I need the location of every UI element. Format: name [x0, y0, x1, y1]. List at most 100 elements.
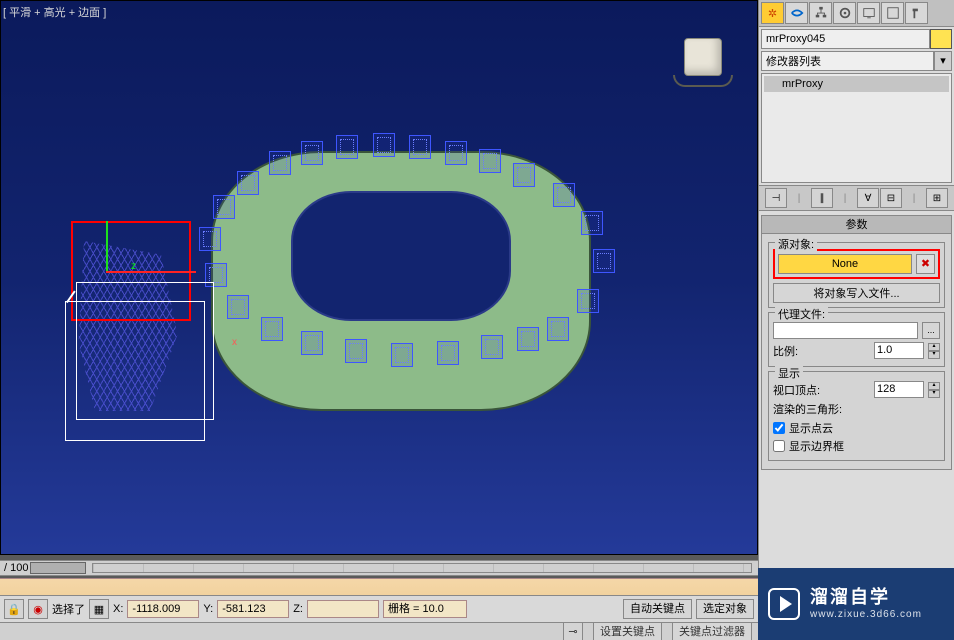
proxy-instance [479, 149, 501, 173]
tab-display-icon[interactable] [857, 2, 880, 24]
x-label: X: [113, 603, 123, 615]
tab-hammer-icon[interactable] [905, 2, 928, 24]
proxy-instance [199, 227, 221, 251]
tab-modify-icon[interactable] [785, 2, 808, 24]
proxy-instance [593, 249, 615, 273]
proxy-instance [553, 183, 575, 207]
group-label: 代理文件: [775, 306, 828, 322]
lock-selection-icon[interactable]: 🔒 [4, 599, 24, 619]
scene-object-table [211, 151, 591, 411]
proxy-instance [581, 211, 603, 235]
annotation-highlight-none: None ✖ [773, 249, 940, 279]
coord-y-input[interactable]: -581.123 [217, 600, 289, 618]
y-label: Y: [203, 603, 213, 615]
make-unique-icon[interactable]: ∀ [857, 188, 879, 208]
proxy-instance [409, 135, 431, 159]
key-icon[interactable]: ⊸ [563, 622, 583, 640]
proxy-instance [237, 171, 259, 195]
proxy-instance [213, 195, 235, 219]
separator: | [834, 188, 856, 208]
render-tris-label: 渲染的三角形: [773, 401, 842, 417]
proxy-instance [345, 339, 367, 363]
separator: | [788, 188, 810, 208]
show-point-cloud-checkbox[interactable]: 显示点云 [773, 420, 940, 436]
coord-z-input[interactable] [307, 600, 379, 618]
proxy-file-path-input[interactable] [773, 322, 918, 339]
configure-sets-icon[interactable]: ⊞ [926, 188, 948, 208]
autokey-button[interactable]: 自动关键点 [623, 599, 692, 619]
viewport[interactable]: [ 平滑 + 高光 + 边面 ] z x [0, 0, 758, 555]
object-color-swatch[interactable] [930, 29, 952, 49]
browse-file-button[interactable]: ... [922, 322, 940, 339]
group-source-object: 源对象: None ✖ 将对象写入文件... [768, 242, 945, 308]
group-proxy-file: 代理文件: ... 比例: 1.0 ▴▾ [768, 312, 945, 367]
group-display: 显示 视口顶点: 128 ▴▾ 渲染的三角形: 显示点云 显示边界框 [768, 371, 945, 461]
time-slider[interactable]: / 100 [0, 560, 758, 576]
show-bbox-checkbox[interactable]: 显示边界框 [773, 438, 940, 454]
write-object-to-file-button[interactable]: 将对象写入文件... [773, 283, 940, 303]
z-label: Z: [293, 603, 303, 615]
proxy-instance [301, 331, 323, 355]
viewport-verts-label: 视口顶点: [773, 382, 820, 398]
proxy-instance [269, 151, 291, 175]
spinner-buttons[interactable]: ▴▾ [928, 343, 940, 359]
watermark-logo: 溜溜自学 www.zixue.3d66.com [758, 568, 954, 640]
scale-label: 比例: [773, 343, 798, 359]
pin-stack-icon[interactable]: ⊣ [765, 188, 787, 208]
grid-label: 栅格 = 10.0 [383, 600, 467, 618]
transform-type-in-icon[interactable]: ▦ [89, 599, 109, 619]
proxy-instance [336, 135, 358, 159]
tab-hierarchy-icon[interactable] [809, 2, 832, 24]
proxy-instance [577, 289, 599, 313]
keyfilter-button[interactable]: 关键点过滤器 [672, 622, 752, 640]
proxy-instance [547, 317, 569, 341]
time-range-label: / 100 [0, 562, 28, 574]
viewport-verts-spinner[interactable]: 128 [874, 381, 924, 398]
proxy-instance [437, 341, 459, 365]
object-name-input[interactable] [761, 29, 930, 49]
checkbox-input[interactable] [773, 422, 785, 434]
time-ruler[interactable] [92, 563, 752, 573]
rollout-parameters: 参数 源对象: None ✖ 将对象写入文件... 代理文件: ... [761, 215, 952, 470]
checkbox-input[interactable] [773, 440, 785, 452]
modifier-stack-item[interactable]: mrProxy [764, 76, 949, 92]
command-panel: ✲ 修改器列表 ▾ mrProxy ⊣ | ∥ | ∀ ⊟ | ⊞ 参数 源对象… [758, 0, 954, 640]
key-target-dropdown[interactable]: 选定对象 [696, 599, 754, 619]
proxy-bounding-box[interactable] [65, 301, 205, 441]
dropdown-arrow-icon[interactable]: ▾ [934, 51, 952, 71]
modifier-stack[interactable]: mrProxy [761, 73, 952, 183]
proxy-instance [445, 141, 467, 165]
tab-create-icon[interactable]: ✲ [761, 2, 784, 24]
selection-count-label: 选择了 [52, 601, 85, 617]
coord-x-input[interactable]: -1118.009 [127, 600, 199, 618]
setkey-button[interactable]: 设置关键点 [593, 622, 662, 640]
spinner-buttons[interactable]: ▴▾ [928, 382, 940, 398]
group-label: 源对象: [775, 236, 817, 252]
logo-text-cn: 溜溜自学 [810, 587, 922, 609]
play-icon [768, 588, 800, 620]
clear-source-icon[interactable]: ✖ [916, 254, 935, 274]
remove-modifier-icon[interactable]: ⊟ [880, 188, 902, 208]
proxy-instance [301, 141, 323, 165]
tab-utilities-icon[interactable] [881, 2, 904, 24]
time-slider-thumb[interactable] [30, 562, 86, 574]
modifier-stack-toolbar: ⊣ | ∥ | ∀ ⊟ | ⊞ [759, 185, 954, 211]
logo-text-en: www.zixue.3d66.com [810, 609, 922, 621]
proxy-instance [261, 317, 283, 341]
tab-motion-icon[interactable] [833, 2, 856, 24]
show-end-result-icon[interactable]: ∥ [811, 188, 833, 208]
separator: | [903, 188, 925, 208]
modifier-list-dropdown[interactable]: 修改器列表 [761, 51, 934, 71]
pick-source-button[interactable]: None [778, 254, 912, 274]
proxy-instance [481, 335, 503, 359]
proxy-instance [227, 295, 249, 319]
proxy-instance [513, 163, 535, 187]
scale-spinner[interactable]: 1.0 [874, 342, 924, 359]
isolate-selection-icon[interactable]: ◉ [28, 599, 48, 619]
proxy-instance [373, 133, 395, 157]
viewcube[interactable] [679, 33, 727, 81]
rollout-header[interactable]: 参数 [762, 216, 951, 234]
viewport-shading-label[interactable]: [ 平滑 + 高光 + 边面 ] [3, 4, 106, 20]
command-panel-tabs: ✲ [759, 0, 954, 27]
status-bar: 🔒 ◉ 选择了 ▦ X: -1118.009 Y: -581.123 Z: 栅格… [0, 578, 758, 640]
